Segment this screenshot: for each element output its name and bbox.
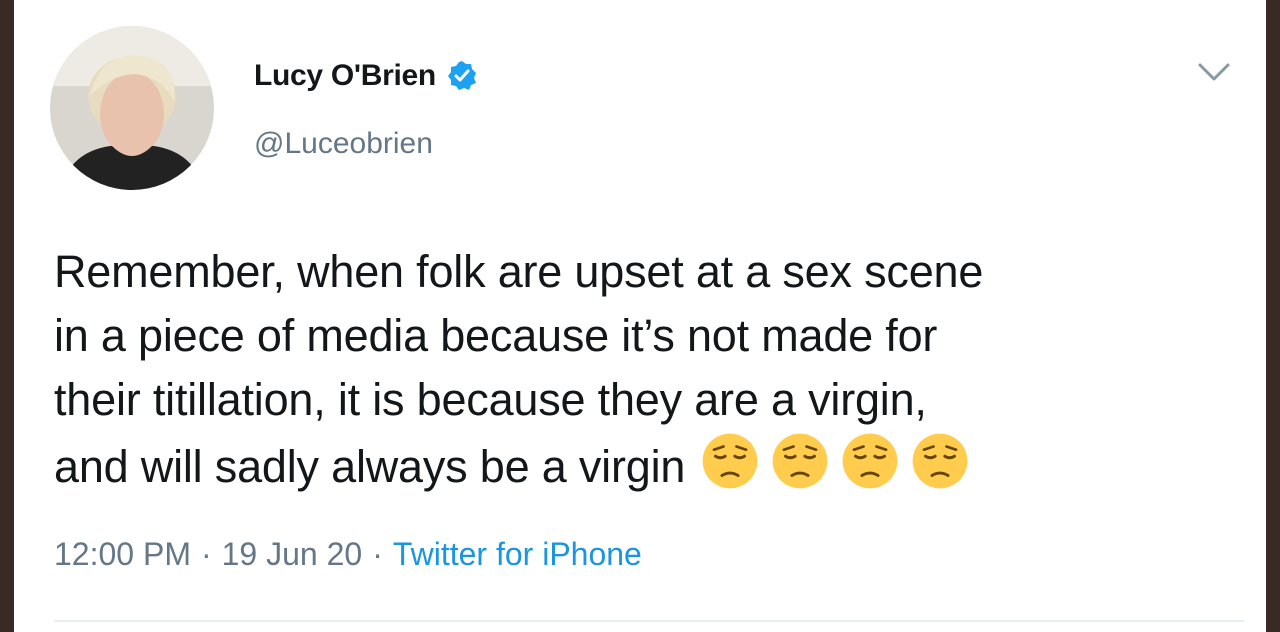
verified-badge-icon bbox=[446, 60, 478, 92]
tweet-date[interactable]: 19 Jun 20 bbox=[222, 536, 363, 572]
author-name-row[interactable]: Lucy O'Brien bbox=[254, 56, 478, 96]
pensive-face-icon bbox=[702, 433, 758, 489]
tweet-time[interactable]: 12:00 PM bbox=[54, 536, 191, 572]
avatar[interactable] bbox=[50, 26, 214, 190]
tweet-text-line-last: and will sadly always be a virgin bbox=[54, 432, 1244, 499]
meta-separator: · bbox=[372, 536, 383, 572]
tweet-text-line: in a piece of media because it’s not mad… bbox=[54, 310, 938, 361]
author-handle[interactable]: @Luceobrien bbox=[254, 127, 433, 161]
tweet-text: Remember, when folk are upset at a sex s… bbox=[54, 240, 1244, 499]
meta-separator: · bbox=[200, 536, 212, 572]
tweet-source-link[interactable]: Twitter for iPhone bbox=[393, 536, 642, 572]
pensive-face-icon bbox=[842, 433, 898, 489]
divider bbox=[54, 620, 1244, 622]
tweet-text-line: and will sadly always be a virgin bbox=[54, 441, 686, 492]
tweet-card: Lucy O'Brien @Luceobrien Remember, when … bbox=[14, 0, 1266, 632]
tweet-text-line: Remember, when folk are upset at a sex s… bbox=[54, 246, 984, 297]
avatar-photo bbox=[50, 26, 214, 190]
tweet-meta: 12:00 PM · 19 Jun 20 · Twitter for iPhone bbox=[54, 536, 642, 573]
pensive-face-icon bbox=[912, 433, 968, 489]
emoji-group bbox=[701, 432, 981, 490]
pensive-face-icon bbox=[772, 433, 828, 489]
display-name[interactable]: Lucy O'Brien bbox=[254, 59, 436, 93]
chevron-down-icon[interactable] bbox=[1194, 56, 1234, 86]
tweet-text-line: their titillation, it is because they ar… bbox=[54, 374, 927, 425]
